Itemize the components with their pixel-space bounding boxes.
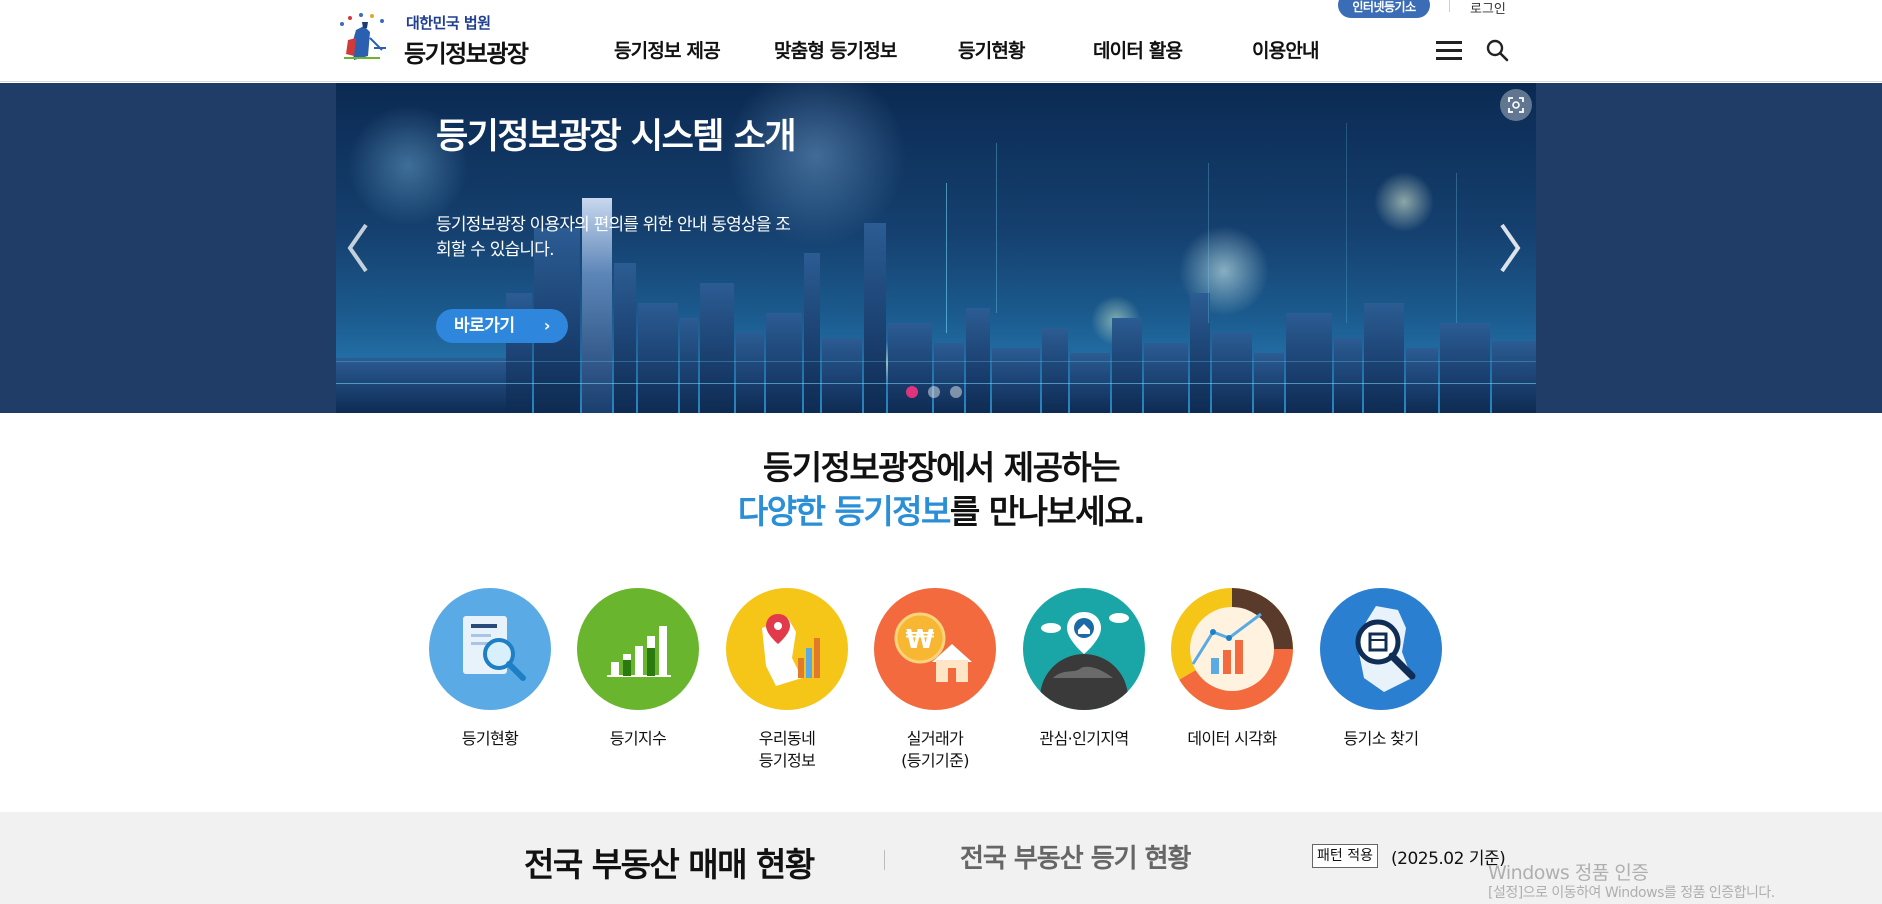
- service-interest-region[interactable]: 관심·인기지역: [1009, 588, 1159, 750]
- service-real-price[interactable]: ₩ 실거래가 (등기기준): [860, 588, 1010, 772]
- map-pin-icon: [726, 588, 848, 710]
- banner-go-button[interactable]: 바로가기 ›: [436, 309, 568, 343]
- windows-activation-hint: [설정]으로 이동하여 Windows를 정품 인증합니다.: [1488, 885, 1775, 901]
- intro-line-2-rest: 를 만나보세요.: [949, 492, 1146, 531]
- search-icon[interactable]: [1485, 38, 1509, 62]
- won-house-icon: ₩: [874, 588, 996, 710]
- registry-search-icon: [1320, 588, 1442, 710]
- intro-highlight: 다양한 등기정보: [737, 492, 952, 531]
- nav-item-guide[interactable]: 이용안내: [1252, 36, 1320, 63]
- internet-registry-button[interactable]: 인터넷등기소: [1338, 0, 1430, 18]
- focus-icon: [1508, 97, 1524, 113]
- banner-prev-arrow-icon[interactable]: [346, 223, 370, 273]
- pattern-toggle-button[interactable]: 패턴 적용: [1312, 844, 1378, 868]
- banner-title: 등기정보광장 시스템 소개: [436, 117, 797, 157]
- logo-subtitle: 대한민국 법원: [406, 14, 491, 32]
- intro-heading: 등기정보광장에서 제공하는 다양한 등기정보를 만나보세요.: [0, 446, 1882, 534]
- service-data-visualization[interactable]: 데이터 시각화: [1157, 588, 1307, 750]
- svg-text:₩: ₩: [906, 625, 935, 655]
- service-label: 등기지수: [609, 729, 667, 748]
- service-label: 실거래가 (등기기준): [901, 729, 969, 770]
- service-label: 등기현황: [461, 729, 519, 748]
- site-logo[interactable]: 대한민국 법원 등기정보광장: [334, 6, 554, 68]
- site-header: 대한민국 법원 등기정보광장 등기정보 제공 맞춤형 등기정보 등기현황 데이터…: [0, 0, 1882, 82]
- login-link[interactable]: 로그인: [1470, 0, 1506, 17]
- util-divider: [1449, 0, 1450, 12]
- service-label: 관심·인기지역: [1039, 729, 1129, 748]
- tab-sales-status[interactable]: 전국 부동산 매매 현황: [524, 838, 815, 886]
- service-label: 등기소 찾기: [1343, 729, 1419, 748]
- banner-dot-3[interactable]: [950, 386, 962, 398]
- service-label: 데이터 시각화: [1187, 729, 1277, 748]
- nav-item-data-usage[interactable]: 데이터 활용: [1093, 36, 1183, 63]
- intro-line-2: 다양한 등기정보를 만나보세요.: [0, 490, 1882, 534]
- document-search-icon: [429, 588, 551, 710]
- service-registry-status[interactable]: 등기현황: [415, 588, 565, 750]
- page: 대한민국 법원 등기정보광장 등기정보 제공 맞춤형 등기정보 등기현황 데이터…: [0, 0, 1882, 904]
- banner-description: 등기정보광장 이용자의 편의를 위한 안내 동영상을 조회할 수 있습니다.: [436, 215, 791, 260]
- service-label: 우리동네 등기정보: [758, 729, 816, 770]
- banner-dot-1[interactable]: [906, 386, 918, 398]
- service-registry-index[interactable]: 등기지수: [563, 588, 713, 750]
- service-neighborhood-info[interactable]: 우리동네 등기정보: [712, 588, 862, 772]
- tab-registry-status[interactable]: 전국 부동산 등기 현황: [960, 838, 1191, 875]
- globe-home-icon: [1023, 588, 1145, 710]
- logo-title: 등기정보광장: [404, 40, 529, 68]
- banner-fullscreen-button[interactable]: [1500, 89, 1532, 121]
- nav-item-registry-info[interactable]: 등기정보 제공: [614, 36, 721, 63]
- tab-divider: [884, 850, 885, 870]
- donut-chart-icon: [1171, 588, 1293, 710]
- hero-banner: 등기정보광장 시스템 소개 등기정보광장 이용자의 편의를 위한 안내 동영상을…: [336, 83, 1536, 413]
- bar-chart-icon: [577, 588, 699, 710]
- banner-go-button-label: 바로가기: [454, 316, 515, 336]
- banner-dot-2[interactable]: [928, 386, 940, 398]
- court-emblem-icon: [336, 12, 390, 66]
- hamburger-menu-icon[interactable]: [1436, 39, 1462, 61]
- banner-next-arrow-icon[interactable]: [1498, 223, 1522, 273]
- windows-activation-watermark: Windows 정품 인증: [1488, 862, 1649, 884]
- service-find-registry-office[interactable]: 등기소 찾기: [1306, 588, 1456, 750]
- intro-line-1: 등기정보광장에서 제공하는: [762, 448, 1121, 487]
- chevron-right-icon: ›: [543, 316, 551, 335]
- nav-item-custom-info[interactable]: 맞춤형 등기정보: [774, 36, 897, 63]
- nav-item-registry-status[interactable]: 등기현황: [958, 36, 1026, 63]
